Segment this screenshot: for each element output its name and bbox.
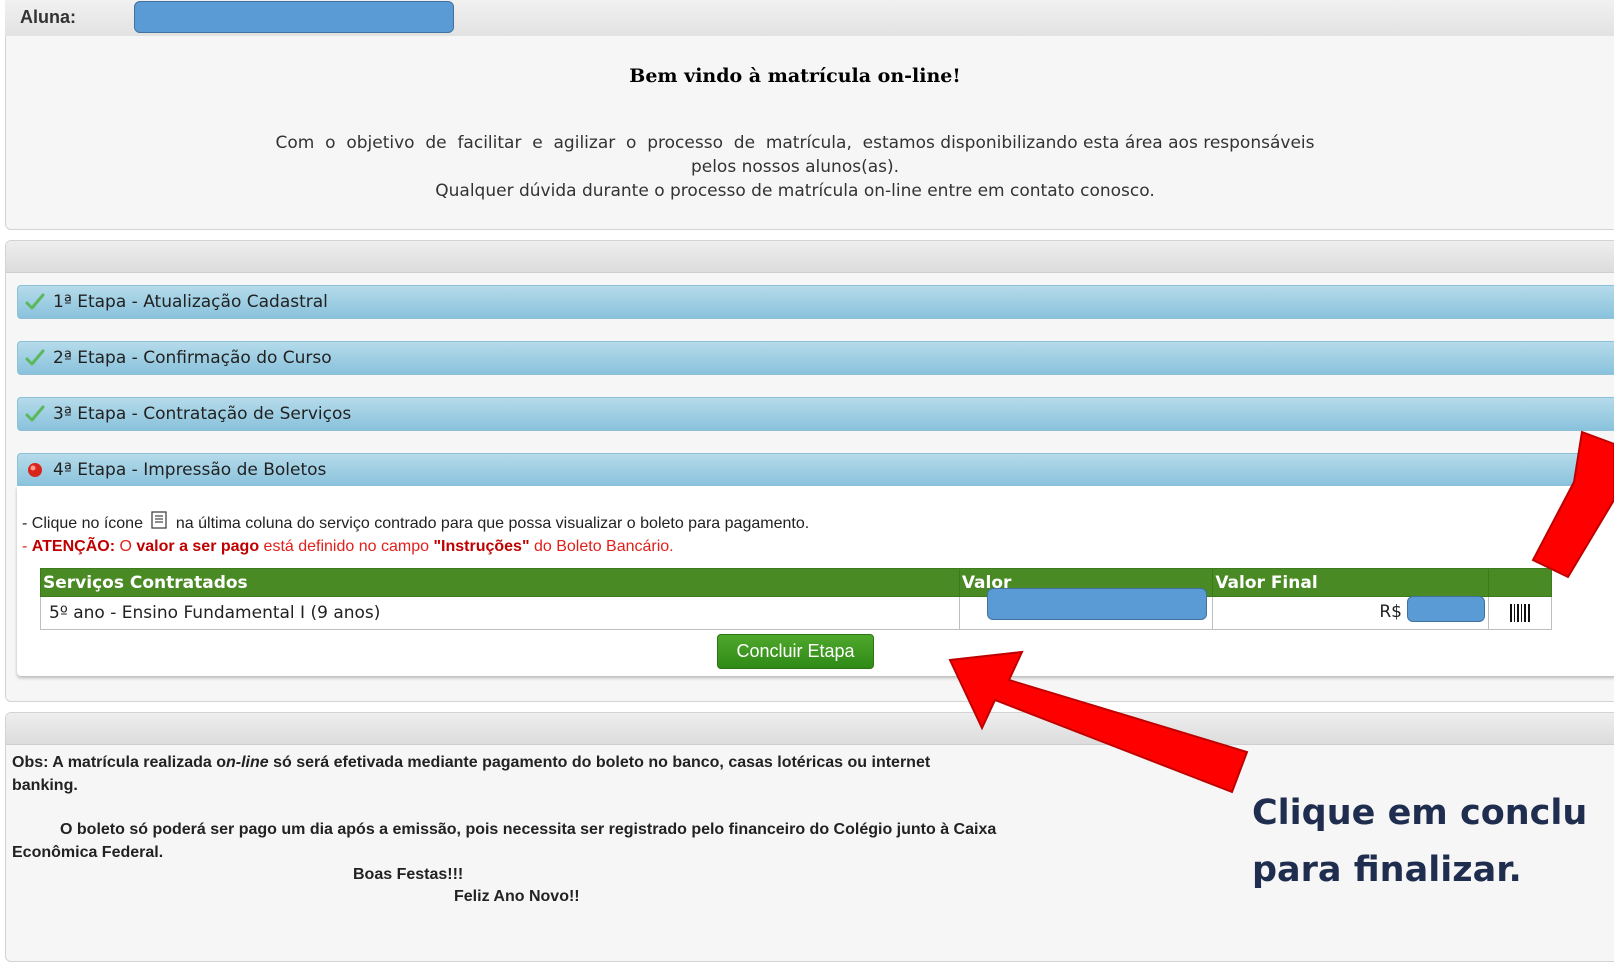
- annotation-arrows: [948, 430, 1614, 794]
- arrow-to-concluir-button: [948, 650, 1249, 794]
- arrow-to-barcode-icon: [1531, 430, 1614, 579]
